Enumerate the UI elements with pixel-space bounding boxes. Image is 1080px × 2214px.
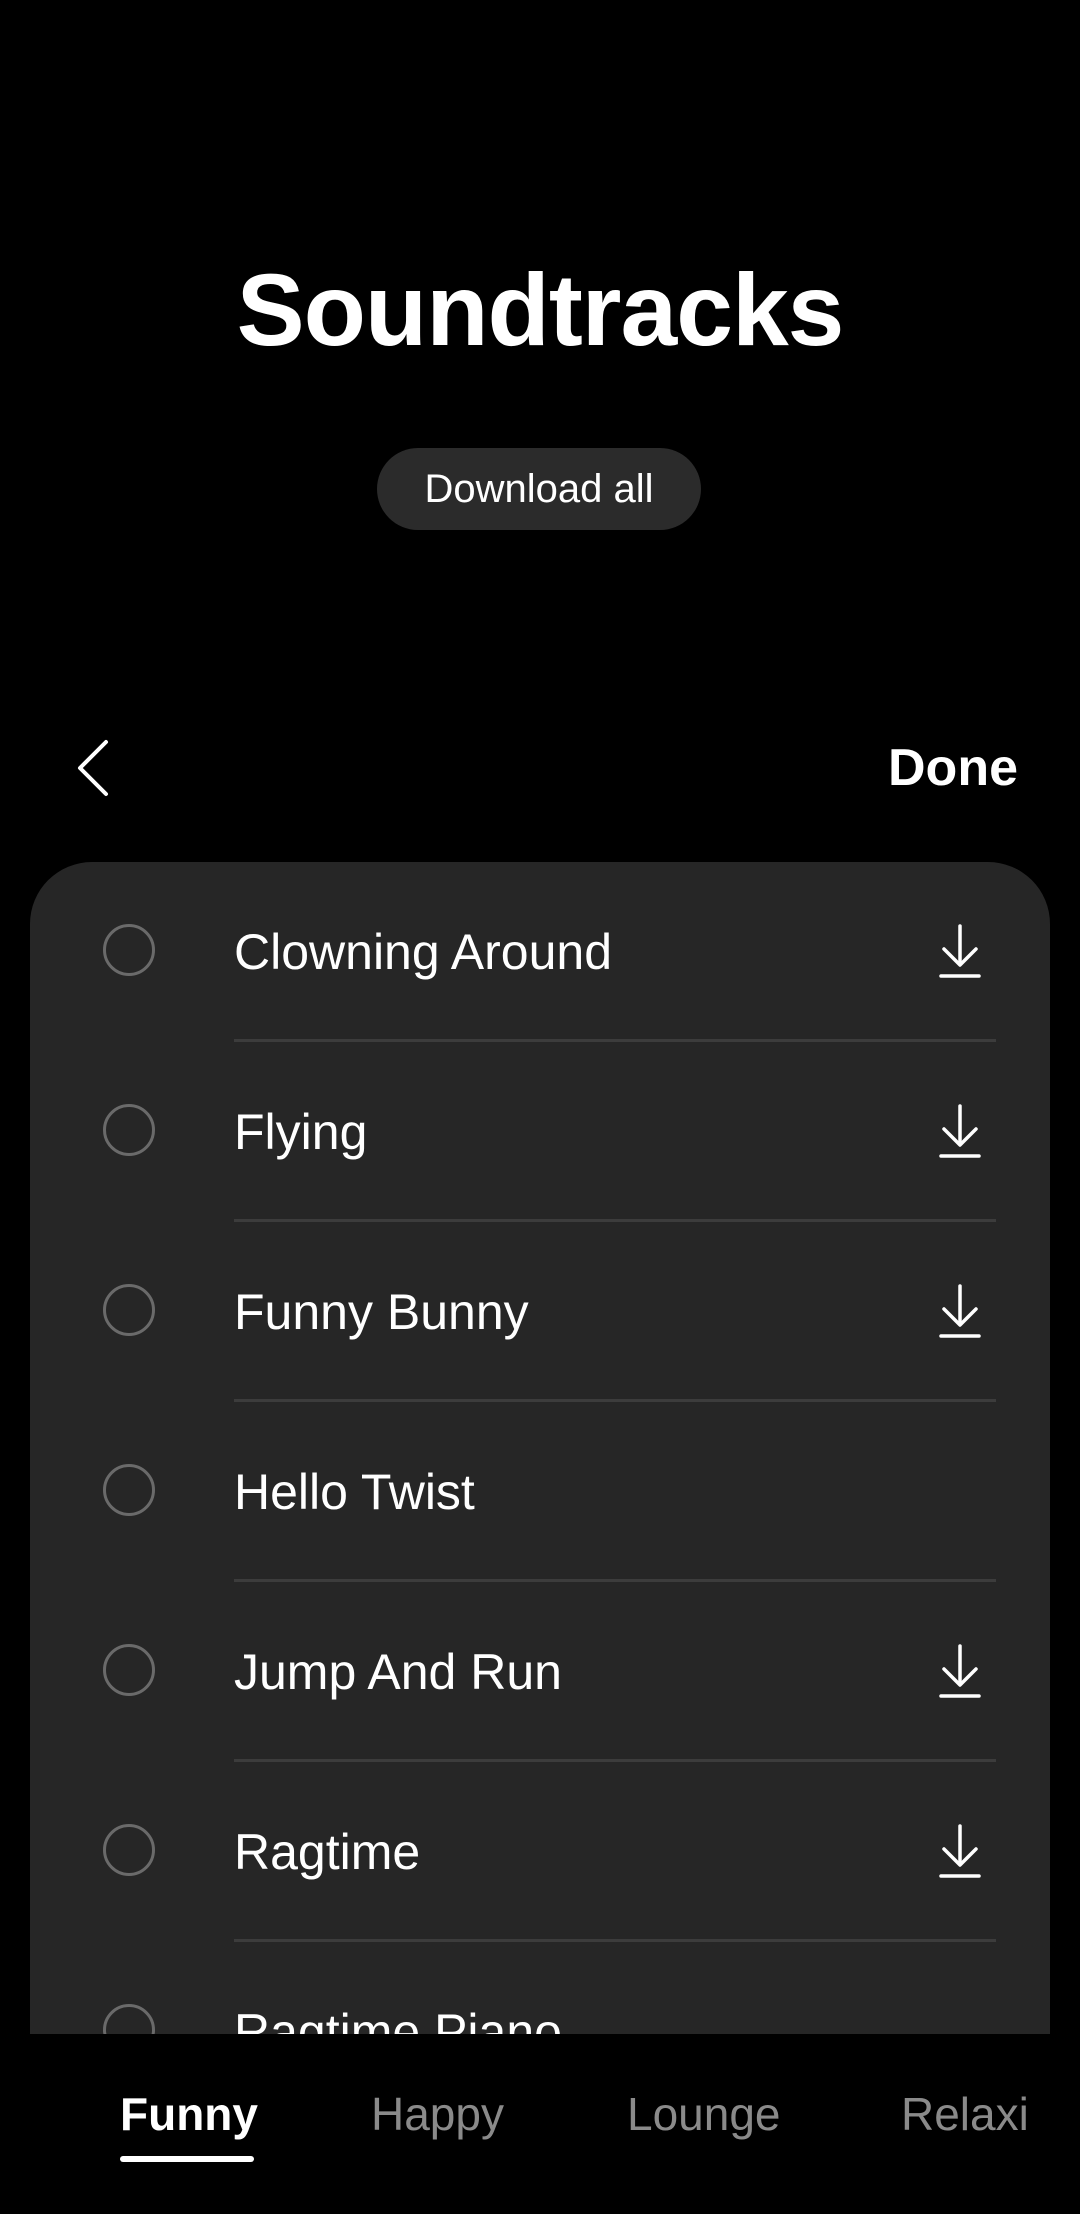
track-row-flying[interactable]: Flying xyxy=(30,1042,1050,1222)
download-icon[interactable] xyxy=(935,1282,985,1342)
track-list: Clowning Around Flying Funny Bunny Hello… xyxy=(30,862,1050,2214)
download-icon[interactable] xyxy=(935,1822,985,1882)
track-row-funny-bunny[interactable]: Funny Bunny xyxy=(30,1222,1050,1402)
select-radio[interactable] xyxy=(103,1824,155,1876)
tab-relaxing[interactable]: Relaxi xyxy=(901,2084,1029,2144)
track-name: Funny Bunny xyxy=(234,1284,529,1340)
soundtracks-screen: Soundtracks Download all Done Clowning A… xyxy=(0,0,1080,2214)
track-row-jump-and-run[interactable]: Jump And Run xyxy=(30,1582,1050,1762)
select-radio[interactable] xyxy=(103,1464,155,1516)
select-radio[interactable] xyxy=(103,1284,155,1336)
tab-funny[interactable]: Funny xyxy=(120,2084,258,2144)
back-button[interactable] xyxy=(62,728,122,808)
tab-happy[interactable]: Happy xyxy=(371,2084,504,2144)
active-tab-indicator xyxy=(120,2156,254,2162)
track-name: Jump And Run xyxy=(234,1644,562,1700)
done-button[interactable]: Done xyxy=(888,730,1018,806)
download-icon[interactable] xyxy=(935,1102,985,1162)
track-name: Ragtime xyxy=(234,1824,421,1880)
select-radio[interactable] xyxy=(103,1644,155,1696)
track-name: Hello Twist xyxy=(234,1464,475,1520)
select-radio[interactable] xyxy=(103,924,155,976)
download-icon[interactable] xyxy=(935,1642,985,1702)
track-row-clowning-around[interactable]: Clowning Around xyxy=(30,862,1050,1042)
chevron-left-icon xyxy=(78,740,108,796)
track-name: Clowning Around xyxy=(234,924,613,980)
track-name: Flying xyxy=(234,1104,368,1160)
select-radio[interactable] xyxy=(103,1104,155,1156)
download-all-button[interactable]: Download all xyxy=(377,448,701,530)
page-title: Soundtracks xyxy=(236,253,845,367)
track-row-hello-twist[interactable]: Hello Twist xyxy=(30,1402,1050,1582)
category-tab-bar: Funny Happy Lounge Relaxi xyxy=(0,2034,1080,2214)
track-row-ragtime[interactable]: Ragtime xyxy=(30,1762,1050,1942)
tab-lounge[interactable]: Lounge xyxy=(627,2084,781,2144)
download-icon[interactable] xyxy=(935,922,985,982)
